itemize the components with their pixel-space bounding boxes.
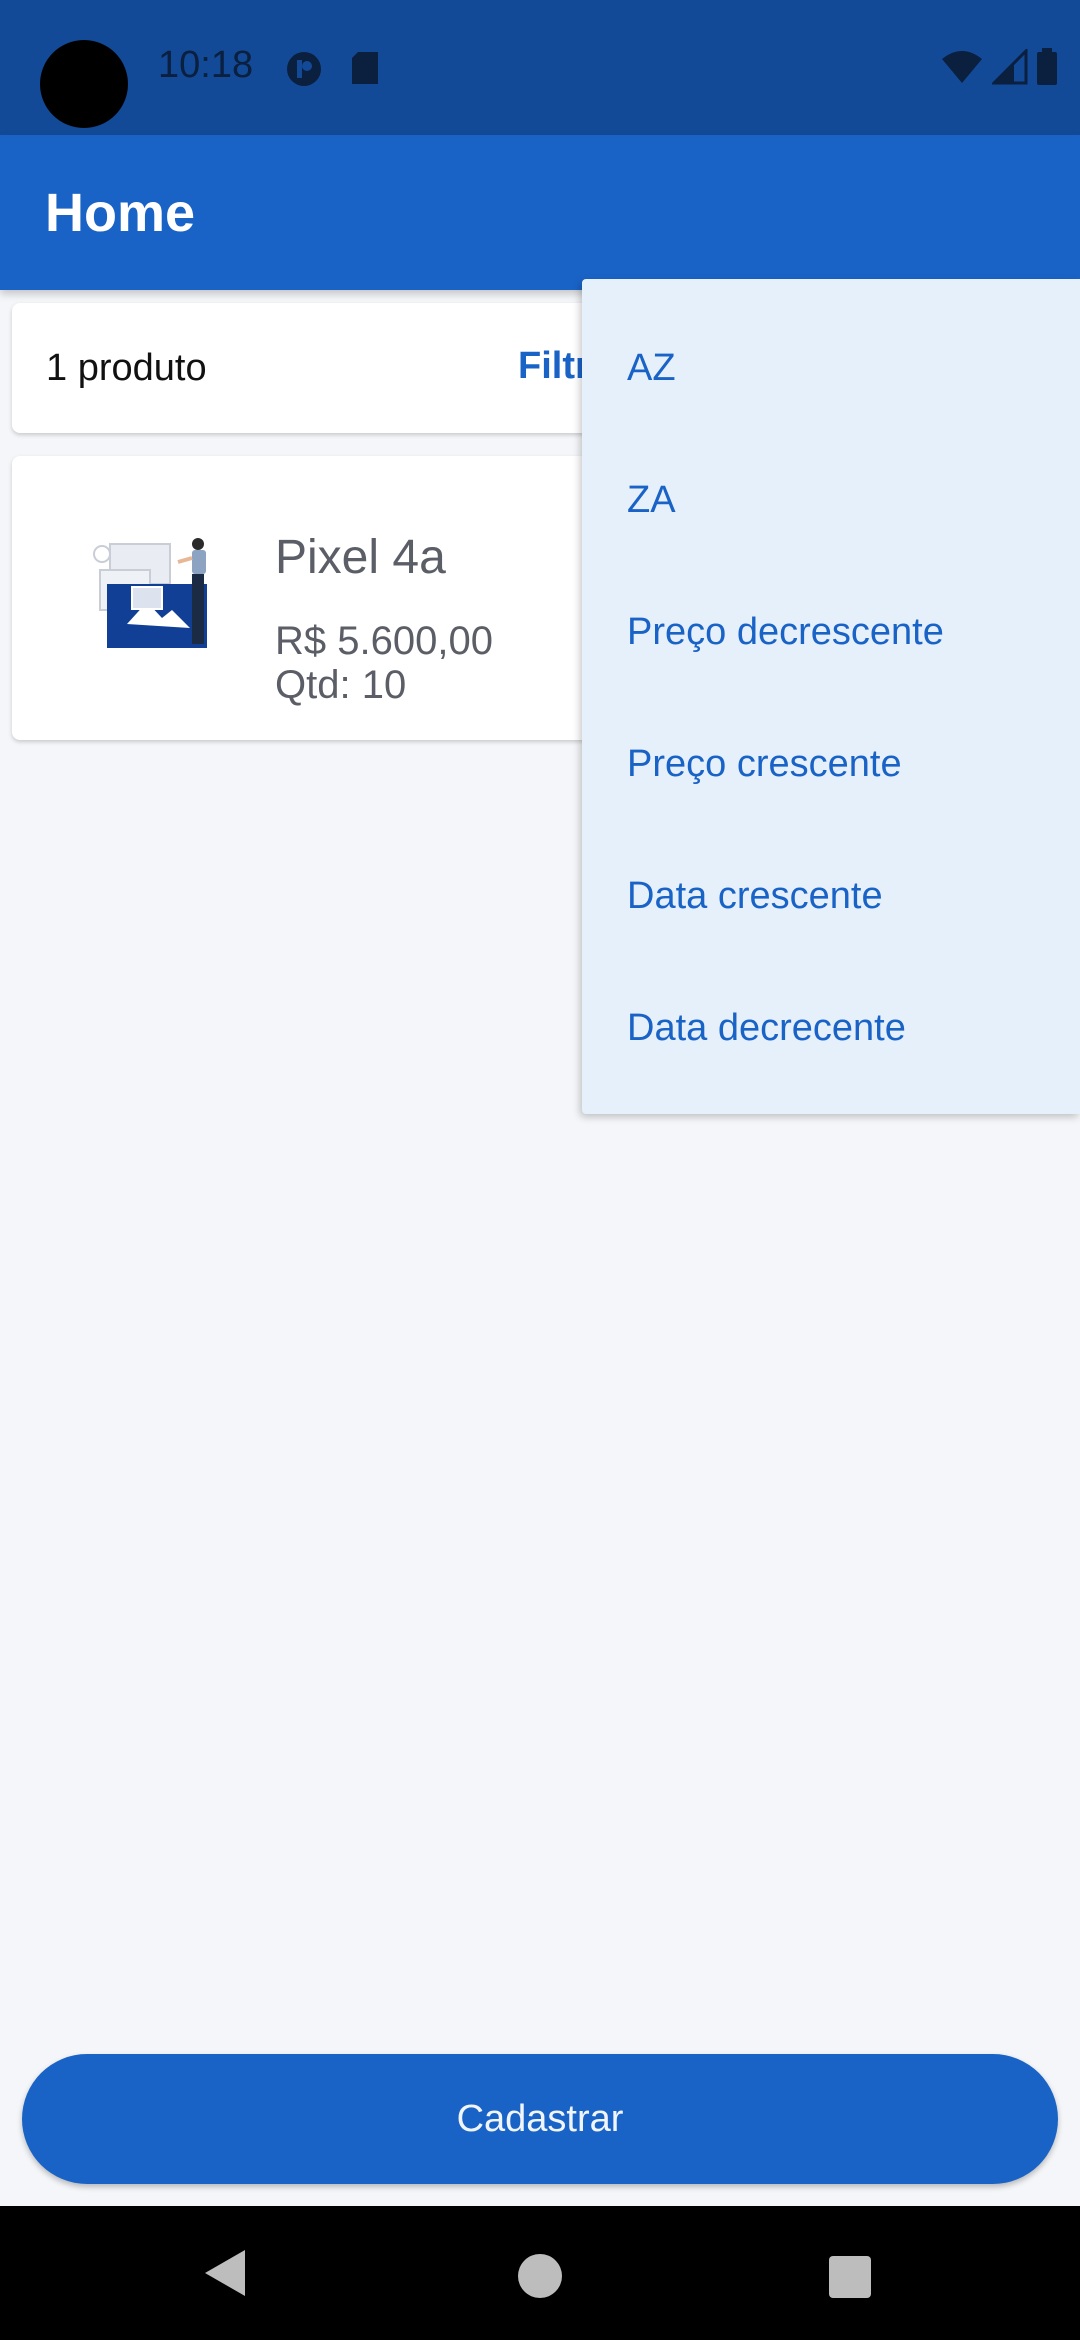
register-button[interactable]: Cadastrar bbox=[22, 2054, 1058, 2184]
product-name: Pixel 4a bbox=[275, 531, 446, 584]
menu-item-date-asc[interactable]: Data crescente bbox=[627, 875, 883, 918]
back-icon[interactable] bbox=[203, 2248, 247, 2303]
sd-card-icon bbox=[350, 50, 380, 91]
wifi-icon bbox=[940, 49, 984, 90]
status-time: 10:18 bbox=[158, 44, 254, 86]
app-notification-icon bbox=[285, 50, 323, 93]
product-price: R$ 5.600,00 bbox=[275, 619, 493, 663]
screen: 10:18 Home 1 produto Filtr Pixel 4a R$ 5… bbox=[0, 0, 1080, 2340]
product-image bbox=[92, 532, 227, 652]
status-right-group bbox=[940, 47, 1058, 91]
menu-item-za[interactable]: ZA bbox=[627, 479, 676, 522]
menu-item-date-desc[interactable]: Data decrecente bbox=[627, 1007, 906, 1050]
recent-apps-icon[interactable] bbox=[829, 2256, 871, 2298]
filter-button[interactable]: Filtr bbox=[518, 345, 590, 388]
app-bar: Home bbox=[0, 135, 1080, 290]
status-bar: 10:18 bbox=[0, 0, 1080, 135]
home-icon[interactable] bbox=[518, 2254, 562, 2298]
navigation-bar bbox=[0, 2206, 1080, 2340]
product-quantity: Qtd: 10 bbox=[275, 663, 407, 707]
menu-item-az[interactable]: AZ bbox=[627, 347, 676, 390]
signal-icon bbox=[990, 47, 1028, 90]
sort-dropdown-menu: AZ ZA Preço decrescente Preço crescente … bbox=[582, 279, 1080, 1114]
camera-cutout bbox=[40, 40, 128, 128]
page-title: Home bbox=[45, 182, 196, 243]
menu-item-price-asc[interactable]: Preço crescente bbox=[627, 743, 902, 786]
menu-item-price-desc[interactable]: Preço decrescente bbox=[627, 611, 944, 654]
product-count: 1 produto bbox=[46, 346, 207, 389]
battery-icon bbox=[1036, 48, 1058, 91]
